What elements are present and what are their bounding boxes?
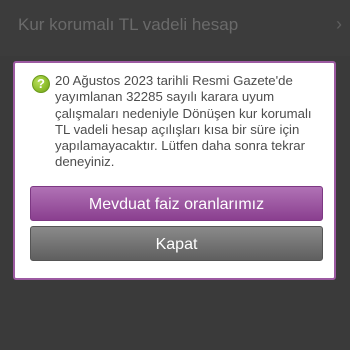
close-button[interactable]: Kapat [30,226,323,261]
alert-dialog: ? 20 Ağustos 2023 tarihli Resmi Gazete'd… [13,61,336,280]
question-icon: ? [32,75,50,93]
interest-rates-button[interactable]: Mevduat faiz oranlarımız [30,186,323,221]
chevron-right-icon: › [336,14,342,34]
background-list-row: Kur korumalı TL vadeli hesap › [0,0,350,56]
dialog-message: 20 Ağustos 2023 tarihli Resmi Gazete'de … [55,73,312,170]
background-row-title: Kur korumalı TL vadeli hesap [18,15,239,34]
